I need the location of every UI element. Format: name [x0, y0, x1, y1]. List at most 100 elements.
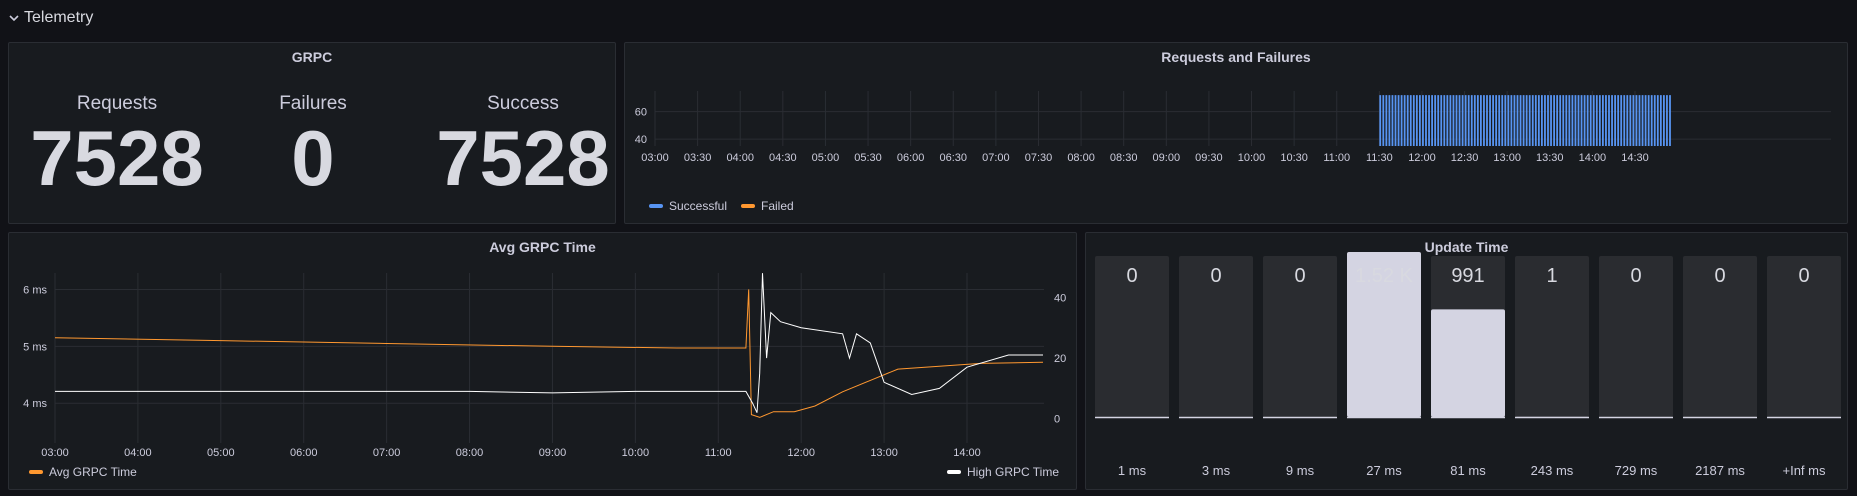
bar-successful — [1547, 95, 1549, 146]
y-left-tick-label: 5 ms — [23, 341, 47, 353]
bar-successful — [1650, 95, 1653, 146]
bar-successful — [1431, 95, 1433, 146]
bar-value-label: 991 — [1451, 265, 1484, 287]
x-tick-label: 12:00 — [1408, 152, 1436, 164]
bar-successful — [1495, 95, 1498, 146]
bar-successful — [1589, 95, 1592, 146]
requests-failures-chart[interactable]: 40 60 03:00 03:30 04:00 04:30 05:00 05:30 06:00 0… — [625, 43, 1849, 225]
bar-successful — [1473, 95, 1476, 146]
x-tick-label: 13:30 — [1536, 152, 1564, 164]
x-tick-label: 06:30 — [939, 152, 967, 164]
bar-category-label: 1 ms — [1118, 463, 1147, 478]
bar-successful — [1641, 95, 1644, 146]
bar-successful — [1379, 95, 1382, 146]
legend-swatch — [741, 204, 755, 208]
row-header-telemetry[interactable]: Telemetry — [8, 6, 93, 30]
bar-successful — [1592, 95, 1595, 146]
bar-successful — [1422, 95, 1424, 146]
x-tick-label: 04:00 — [726, 152, 754, 164]
legend-item-successful[interactable]: Successful — [649, 199, 727, 213]
legend-item-high-grpc-time[interactable]: High GRPC Time — [947, 465, 1059, 479]
bar-successful — [1595, 95, 1598, 146]
update-time-chart[interactable]: 0 1 ms 0 3 ms 0 9 ms 1.52 K 27 ms 991 81 ms 1 243 m… — [1086, 233, 1849, 491]
bar-successful — [1415, 95, 1418, 146]
x-tick-label: 14:30 — [1621, 152, 1649, 164]
stat-requests: Requests 7528 — [27, 93, 207, 199]
bar-successful — [1516, 95, 1519, 146]
legend-swatch — [649, 204, 663, 208]
bar-successful — [1644, 95, 1647, 146]
chevron-down-icon — [9, 15, 19, 22]
bar-successful — [1574, 95, 1577, 146]
series-line-high-grpc-time — [55, 273, 1043, 413]
x-tick-label: 12:00 — [787, 447, 815, 459]
bar-successful — [1583, 95, 1586, 146]
stat-failures: Failures 0 — [223, 93, 403, 199]
bar-value-label: 0 — [1798, 265, 1809, 287]
bar-successful — [1513, 95, 1516, 146]
x-tick-label: 06:00 — [897, 152, 925, 164]
bar-successful — [1550, 95, 1552, 146]
legend-item-failed[interactable]: Failed — [741, 199, 794, 213]
x-tick-label: 10:30 — [1280, 152, 1308, 164]
x-tick-label: 04:30 — [769, 152, 797, 164]
legend-item-avg-grpc-time[interactable]: Avg GRPC Time — [29, 465, 137, 479]
bar-successful — [1580, 95, 1583, 146]
bar-successful — [1483, 95, 1485, 146]
update-time-panel[interactable]: Update Time 01 ms 0 3 ms 0 9 ms 1.52 K 27 ms 99… — [1085, 232, 1848, 490]
bar-successful — [1586, 95, 1589, 146]
bar-value-label: 0 — [1294, 265, 1305, 287]
x-tick-label: 04:00 — [124, 447, 152, 459]
grpc-panel[interactable]: GRPC Requests 7528 Failures 0 Success 75… — [8, 42, 616, 224]
bar-successful — [1659, 95, 1662, 146]
bar-successful — [1632, 95, 1635, 146]
bar-successful — [1391, 95, 1394, 146]
bar-successful — [1568, 95, 1571, 146]
bar-successful — [1455, 95, 1458, 146]
bar-successful — [1443, 95, 1446, 146]
stat-label: Success — [487, 93, 559, 114]
bar-successful — [1489, 95, 1491, 146]
bar-successful — [1525, 95, 1528, 146]
bar-successful — [1504, 95, 1507, 146]
bar-successful — [1653, 95, 1656, 146]
bar-successful — [1605, 95, 1607, 146]
y-left-tick-label: 4 ms — [23, 398, 47, 410]
legend-swatch — [29, 470, 43, 474]
x-tick-label: 05:30 — [854, 152, 882, 164]
bar-successful — [1666, 95, 1668, 146]
x-tick-label: 09:30 — [1195, 152, 1223, 164]
y-right-tick-label: 0 — [1054, 414, 1060, 426]
legend-swatch — [947, 470, 961, 474]
bar-successful — [1598, 95, 1601, 146]
x-tick-label: 13:00 — [870, 447, 898, 459]
bar-successful — [1385, 95, 1388, 146]
bar-successful — [1507, 95, 1510, 146]
legend-label: High GRPC Time — [967, 465, 1060, 479]
requests-failures-panel[interactable]: Requests and Failures 40 60 03:00 03:30 04:0… — [624, 42, 1848, 224]
bar-successful — [1446, 95, 1449, 146]
x-tick-label: 08:00 — [1067, 152, 1095, 164]
avg-grpc-time-panel[interactable]: Avg GRPC Time 4 ms 5 ms 6 ms 0 20 40 03:00 04:0… — [8, 232, 1077, 490]
bar-successful — [1565, 95, 1568, 146]
x-tick-label: 03:30 — [684, 152, 712, 164]
x-tick-label: 09:00 — [539, 447, 567, 459]
bar-successful — [1577, 95, 1580, 146]
bar-successful — [1382, 95, 1385, 146]
avg-grpc-time-chart[interactable]: 4 ms 5 ms 6 ms 0 20 40 03:00 04:00 05:00 06:00 07:… — [9, 233, 1078, 491]
legend-label: Avg GRPC Time — [49, 465, 137, 479]
bar-successful — [1498, 95, 1501, 146]
bar-successful — [1412, 95, 1415, 146]
bar-successful — [1479, 95, 1482, 146]
bar-successful — [1519, 95, 1522, 146]
y-left-tick-label: 6 ms — [23, 284, 47, 296]
bar-successful — [1534, 95, 1537, 146]
bar-category-label: 27 ms — [1366, 463, 1402, 478]
bar-successful — [1544, 95, 1546, 146]
bar-successful — [1528, 95, 1531, 146]
panel-title: GRPC — [291, 49, 333, 65]
bar-category-label: 2187 ms — [1695, 463, 1745, 478]
bar-successful — [1437, 95, 1440, 146]
x-tick-label: 14:00 — [953, 447, 981, 459]
bar-successful — [1394, 95, 1397, 146]
